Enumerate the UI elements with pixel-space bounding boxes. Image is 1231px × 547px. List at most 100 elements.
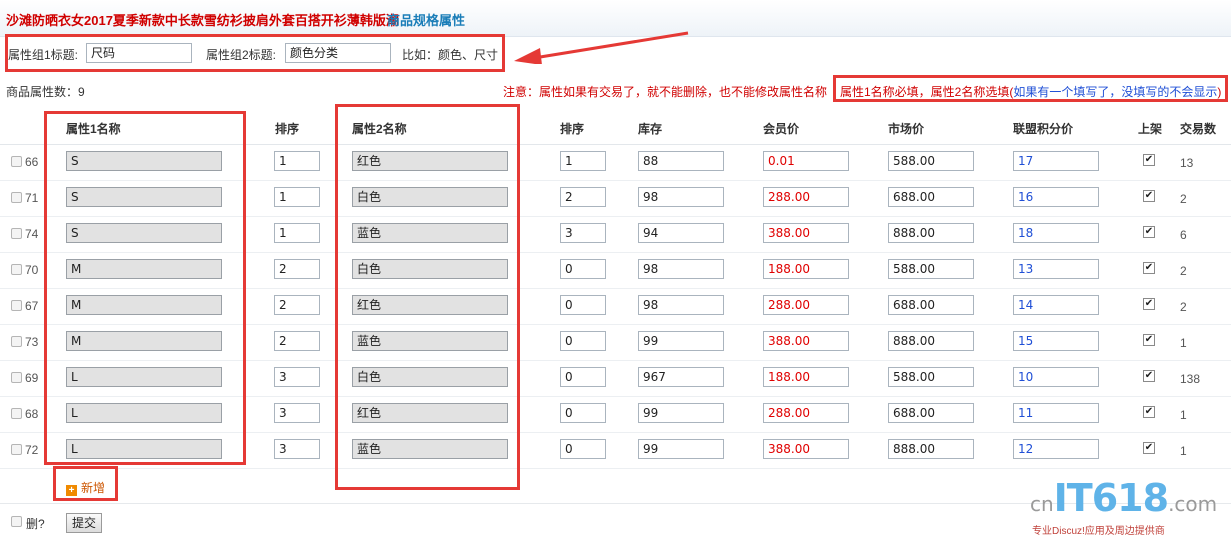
stock-input[interactable] — [638, 403, 724, 423]
row-select-checkbox[interactable] — [11, 408, 22, 419]
row-id: 74 — [25, 227, 39, 241]
sort1-input[interactable] — [274, 223, 320, 243]
row-id: 70 — [25, 263, 39, 277]
annotation-box-attr2 — [335, 104, 520, 490]
sort1-input[interactable] — [274, 331, 320, 351]
stock-input[interactable] — [638, 439, 724, 459]
sort1-input[interactable] — [274, 259, 320, 279]
market-price-input[interactable] — [888, 439, 974, 459]
on-shelf-checkbox[interactable]: ✔ — [1143, 154, 1155, 166]
annotation-box-attr1 — [44, 111, 246, 465]
attribute-count: 商品属性数：9 — [6, 85, 85, 99]
market-price-input[interactable] — [888, 331, 974, 351]
stock-input[interactable] — [638, 223, 724, 243]
member-price-input[interactable] — [763, 331, 849, 351]
on-shelf-checkbox[interactable]: ✔ — [1143, 334, 1155, 346]
stock-input[interactable] — [638, 367, 724, 387]
market-price-input[interactable] — [888, 367, 974, 387]
row-select-checkbox[interactable] — [11, 372, 22, 383]
sort2-input[interactable] — [560, 331, 606, 351]
sort2-input[interactable] — [560, 151, 606, 171]
market-price-input[interactable] — [888, 259, 974, 279]
row-select-checkbox[interactable] — [11, 444, 22, 455]
watermark-it618: IT618 — [1053, 476, 1169, 520]
row-id: 72 — [25, 443, 39, 457]
on-shelf-checkbox[interactable]: ✔ — [1143, 298, 1155, 310]
stock-input[interactable] — [638, 187, 724, 207]
stock-input[interactable] — [638, 259, 724, 279]
points-price-input[interactable] — [1013, 367, 1099, 387]
sort2-input[interactable] — [560, 439, 606, 459]
trade-count: 2 — [1180, 192, 1187, 206]
member-price-input[interactable] — [763, 151, 849, 171]
section-title: 商品规格属性 — [387, 13, 466, 28]
annotation-box-add — [53, 466, 118, 501]
submit-button[interactable]: 提交 — [66, 513, 103, 533]
market-price-input[interactable] — [888, 295, 974, 315]
on-shelf-checkbox[interactable]: ✔ — [1143, 226, 1155, 238]
points-price-input[interactable] — [1013, 403, 1099, 423]
points-price-input[interactable] — [1013, 259, 1099, 279]
points-price-input[interactable] — [1013, 223, 1099, 243]
sort2-input[interactable] — [560, 223, 606, 243]
stock-input[interactable] — [638, 331, 724, 351]
member-price-input[interactable] — [763, 403, 849, 423]
header-sort1: 排序 — [275, 122, 300, 136]
header-sort2: 排序 — [560, 122, 585, 136]
points-price-input[interactable] — [1013, 295, 1099, 315]
sort2-input[interactable] — [560, 403, 606, 423]
market-price-input[interactable] — [888, 223, 974, 243]
row-id: 73 — [25, 335, 39, 349]
header-on-shelf: 上架 — [1138, 122, 1163, 136]
header-member-price: 会员价 — [763, 122, 800, 136]
sort2-input[interactable] — [560, 187, 606, 207]
trade-count: 2 — [1180, 264, 1187, 278]
row-select-checkbox[interactable] — [11, 228, 22, 239]
watermark-cn: cn — [1030, 492, 1054, 516]
sort1-input[interactable] — [274, 151, 320, 171]
on-shelf-checkbox[interactable]: ✔ — [1143, 262, 1155, 274]
watermark-logo: cnIT618.com 专业Discuz!应用及周边提供商 — [1030, 476, 1225, 544]
sort2-input[interactable] — [560, 367, 606, 387]
stock-input[interactable] — [638, 151, 724, 171]
trade-count: 1 — [1180, 444, 1187, 458]
annotation-box-config — [5, 34, 505, 72]
market-price-input[interactable] — [888, 151, 974, 171]
sort1-input[interactable] — [274, 439, 320, 459]
member-price-input[interactable] — [763, 439, 849, 459]
member-price-input[interactable] — [763, 187, 849, 207]
header-trades: 交易数 — [1180, 122, 1217, 136]
stock-input[interactable] — [638, 295, 724, 315]
points-price-input[interactable] — [1013, 151, 1099, 171]
points-price-input[interactable] — [1013, 439, 1099, 459]
on-shelf-checkbox[interactable]: ✔ — [1143, 406, 1155, 418]
on-shelf-checkbox[interactable]: ✔ — [1143, 190, 1155, 202]
member-price-input[interactable] — [763, 223, 849, 243]
member-price-input[interactable] — [763, 259, 849, 279]
row-id: 66 — [25, 155, 39, 169]
sort2-input[interactable] — [560, 259, 606, 279]
row-select-checkbox[interactable] — [11, 156, 22, 167]
row-select-checkbox[interactable] — [11, 264, 22, 275]
row-select-checkbox[interactable] — [11, 300, 22, 311]
member-price-input[interactable] — [763, 295, 849, 315]
delete-checkbox[interactable] — [11, 516, 22, 527]
watermark-com: .com — [1168, 492, 1218, 516]
sort1-input[interactable] — [274, 367, 320, 387]
market-price-input[interactable] — [888, 187, 974, 207]
sort1-input[interactable] — [274, 295, 320, 315]
market-price-input[interactable] — [888, 403, 974, 423]
on-shelf-checkbox[interactable]: ✔ — [1143, 370, 1155, 382]
product-title[interactable]: 沙滩防晒衣女2017夏季新款中长款雪纺衫披肩外套百搭开衫薄韩版潮 — [6, 10, 399, 29]
sort1-input[interactable] — [274, 403, 320, 423]
sort2-input[interactable] — [560, 295, 606, 315]
sort1-input[interactable] — [274, 187, 320, 207]
header-stock: 库存 — [638, 122, 663, 136]
points-price-input[interactable] — [1013, 331, 1099, 351]
row-select-checkbox[interactable] — [11, 192, 22, 203]
row-select-checkbox[interactable] — [11, 336, 22, 347]
on-shelf-checkbox[interactable]: ✔ — [1143, 442, 1155, 454]
points-price-input[interactable] — [1013, 187, 1099, 207]
trade-count: 138 — [1180, 372, 1201, 386]
member-price-input[interactable] — [763, 367, 849, 387]
